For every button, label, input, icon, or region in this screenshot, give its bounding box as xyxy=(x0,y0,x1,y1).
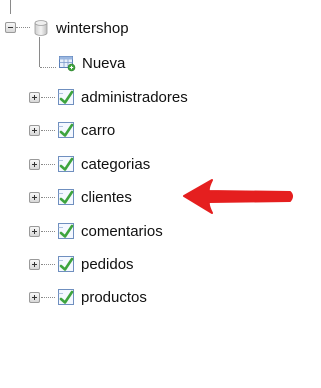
expand-toggle[interactable] xyxy=(29,92,40,103)
expand-toggle[interactable] xyxy=(29,226,40,237)
tree-line xyxy=(41,297,55,298)
table-icon xyxy=(58,189,74,205)
tree-item-table[interactable]: administradores xyxy=(57,87,188,107)
table-icon xyxy=(58,89,74,105)
expand-toggle[interactable] xyxy=(29,259,40,270)
tree-item-table[interactable]: productos xyxy=(57,287,147,307)
tree-line xyxy=(41,164,55,165)
tree-item-database[interactable]: wintershop xyxy=(32,18,129,38)
red-arrow-icon xyxy=(183,179,293,214)
collapse-toggle[interactable] xyxy=(5,22,16,33)
table-icon xyxy=(58,156,74,172)
table-icon xyxy=(58,223,74,239)
table-name: categorias xyxy=(81,155,151,173)
database-icon xyxy=(34,20,48,36)
tree-line xyxy=(39,37,40,67)
expand-toggle[interactable] xyxy=(29,292,40,303)
tree-item-table[interactable]: pedidos xyxy=(57,254,134,274)
tree-line xyxy=(16,27,30,28)
tree-item-table[interactable]: carro xyxy=(57,120,115,140)
table-name: carro xyxy=(81,121,116,139)
new-table-icon xyxy=(59,56,76,72)
tree-line xyxy=(40,67,56,68)
tree-line xyxy=(41,231,55,232)
tree-line xyxy=(41,197,55,198)
table-name: administradores xyxy=(81,88,188,106)
navigation-tree: wintershop Nueva administradores carro cat… xyxy=(0,0,321,388)
expand-toggle[interactable] xyxy=(29,125,40,136)
expand-toggle[interactable] xyxy=(29,159,40,170)
tree-item-new-table[interactable]: Nueva xyxy=(58,53,125,73)
tree-line xyxy=(41,264,55,265)
table-name: comentarios xyxy=(81,222,163,240)
table-icon xyxy=(58,256,74,272)
table-icon xyxy=(58,289,74,305)
table-name: pedidos xyxy=(81,255,134,273)
table-icon xyxy=(58,122,74,138)
tree-line xyxy=(10,0,11,14)
tree-line xyxy=(41,97,55,98)
tree-item-table[interactable]: categorias xyxy=(57,154,150,174)
table-name: productos xyxy=(81,288,147,306)
database-name: wintershop xyxy=(56,19,129,37)
new-table-label: Nueva xyxy=(82,54,126,72)
tree-line xyxy=(41,130,55,131)
tree-item-table[interactable]: clientes xyxy=(57,187,132,207)
tree-item-table[interactable]: comentarios xyxy=(57,221,163,241)
expand-toggle[interactable] xyxy=(29,192,40,203)
table-name: clientes xyxy=(81,188,132,206)
